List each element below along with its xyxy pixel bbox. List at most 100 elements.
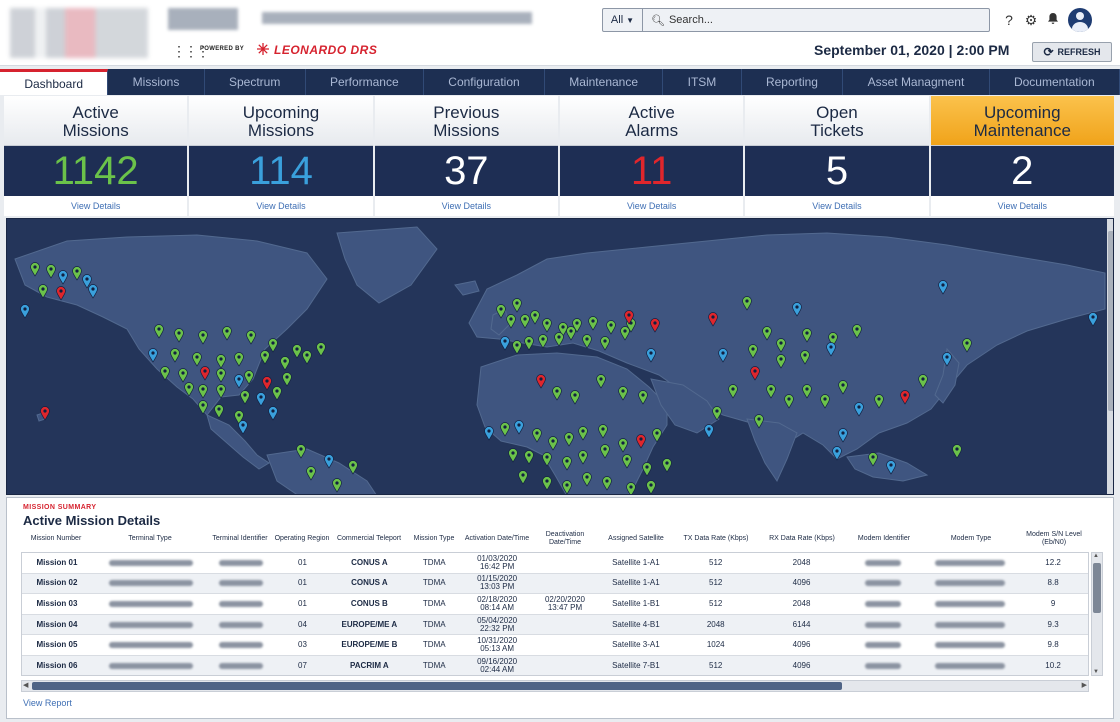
table-cell: CONUS A [351, 578, 388, 588]
active-mission-pin-icon[interactable] [240, 390, 250, 405]
alarm-pin-icon[interactable] [262, 376, 272, 391]
table-row[interactable]: Mission 04 04 EUROPE/ME A TDMA 05/04/2020 22… [22, 614, 1088, 636]
active-mission-pin-icon[interactable] [292, 344, 302, 359]
tab-performance[interactable]: Performance [306, 69, 424, 95]
column-header[interactable]: Deactivation Date/Time [531, 528, 599, 550]
table-cell [922, 594, 1018, 614]
table-cell [92, 656, 210, 675]
upcoming-mission-pin-icon[interactable] [268, 406, 278, 421]
gear-icon[interactable]: ⚙ [1024, 12, 1038, 29]
table-cell: Satellite 1-A1 [612, 578, 660, 588]
refresh-button[interactable]: ⟳ REFRESH [1032, 42, 1112, 62]
table-cell [210, 635, 272, 655]
table-row[interactable]: Mission 01 01 CONUS A TDMA 01/03/2020 16:42 … [22, 553, 1088, 574]
column-header[interactable]: Terminal Identifier [209, 528, 271, 550]
map-scrollbar-thumb[interactable] [1108, 231, 1113, 411]
table-row[interactable]: Mission 06 07 PACRIM A TDMA 09/16/2020 02:44… [22, 655, 1088, 675]
upcoming-mission-pin-icon[interactable] [484, 426, 494, 441]
table-horizontal-scrollbar-thumb[interactable] [32, 682, 842, 690]
table-row[interactable]: Mission 03 01 CONUS B TDMA 02/18/2020 08:14 … [22, 594, 1088, 615]
scroll-up-icon[interactable]: ▲ [1093, 553, 1099, 559]
active-alarms-count: 11 [559, 146, 744, 196]
scroll-left-icon[interactable]: ◀ [23, 681, 28, 689]
active-mission-pin-icon[interactable] [302, 350, 312, 365]
tab-dashboard[interactable]: Dashboard [0, 69, 109, 95]
table-vertical-scrollbar-thumb[interactable] [1093, 563, 1101, 613]
column-header[interactable]: Activation Date/Time [463, 528, 531, 550]
column-header[interactable]: Commercial Teleport [333, 528, 405, 550]
open-tickets-view-details-link[interactable]: View Details [745, 196, 929, 216]
redacted-value [218, 621, 263, 628]
active-mission-pin-icon[interactable] [316, 342, 326, 357]
upcoming-missions-view-details-link[interactable]: View Details [189, 196, 373, 216]
redacted-value [218, 642, 263, 649]
active-mission-pin-icon[interactable] [272, 386, 282, 401]
active-mission-pin-icon[interactable] [280, 356, 290, 371]
active-mission-pin-icon[interactable] [662, 458, 672, 473]
active-mission-pin-icon[interactable] [642, 462, 652, 477]
table-horizontal-scrollbar[interactable]: ◀ ▶ [21, 680, 1089, 692]
tab-asset-managment[interactable]: Asset Managment [843, 69, 990, 95]
upcoming-mission-pin-icon[interactable] [20, 304, 30, 319]
column-header[interactable]: TX Data Rate (Kbps) [673, 528, 759, 550]
table-row[interactable]: Mission 05 03 EUROPE/ME B TDMA 10/31/2020 05… [22, 635, 1088, 656]
tab-documentation[interactable]: Documentation [990, 69, 1120, 95]
active-mission-pin-icon[interactable] [524, 450, 534, 465]
redacted-value [218, 662, 263, 669]
world-map[interactable] [6, 218, 1114, 495]
column-header[interactable]: Modem S/N Level (Eb/N0) [1019, 528, 1089, 550]
scroll-right-icon[interactable]: ▶ [1082, 681, 1087, 689]
table-cell: 05/04/2020 22:32 PM [477, 615, 518, 633]
scroll-down-icon[interactable]: ▼ [1093, 669, 1099, 675]
active-mission-pin-icon[interactable] [518, 470, 528, 485]
active-mission-pin-icon[interactable] [260, 350, 270, 365]
previous-missions-view-details-link[interactable]: View Details [374, 196, 558, 216]
tab-configuration[interactable]: Configuration [424, 69, 545, 95]
active-mission-pin-icon[interactable] [214, 404, 224, 419]
active-missions-view-details-link[interactable]: View Details [4, 196, 188, 216]
table-cell: 01 [298, 598, 307, 608]
upcoming-mission-pin-icon[interactable] [1088, 312, 1098, 327]
table-cell: Satellite 1-B1 [612, 598, 660, 608]
active-mission-pin-icon[interactable] [952, 444, 962, 459]
bell-icon[interactable] [1046, 12, 1060, 28]
column-header[interactable]: Terminal Type [91, 528, 209, 550]
column-header[interactable]: Mission Number [21, 528, 91, 550]
tab-itsm[interactable]: ITSM [663, 69, 742, 95]
column-header[interactable]: Assigned Satellite [599, 528, 673, 550]
tab-spectrum[interactable]: Spectrum [205, 69, 306, 95]
table-cell: Satellite 3-A1 [612, 640, 660, 650]
active-alarms-title: Active Alarms [559, 96, 744, 146]
user-avatar-icon[interactable] [1068, 8, 1092, 32]
column-header[interactable]: Modem Type [923, 528, 1019, 550]
table-vertical-scrollbar[interactable]: ▲ ▼ [1091, 552, 1103, 676]
column-header[interactable]: Operating Region [271, 528, 333, 550]
map-scrollbar[interactable] [1107, 219, 1113, 494]
upcoming-mission-pin-icon[interactable] [704, 424, 714, 439]
table-cell [922, 656, 1018, 675]
active-mission-pin-icon[interactable] [646, 480, 656, 495]
active-mission-pin-icon[interactable] [508, 448, 518, 463]
upcoming-mission-pin-icon[interactable] [238, 420, 248, 435]
tab-maintenance[interactable]: Maintenance [545, 69, 664, 95]
view-report-link[interactable]: View Report [23, 698, 72, 708]
upcoming-mission-pin-icon[interactable] [500, 336, 510, 351]
table-cell: 03 [298, 640, 307, 650]
upcoming-mission-pin-icon[interactable] [256, 392, 266, 407]
upcoming-maintenance-view-details-link[interactable]: View Details [930, 196, 1114, 216]
active-mission-pin-icon[interactable] [268, 338, 278, 353]
column-header[interactable]: Modem Identifier [845, 528, 923, 550]
table-row[interactable]: Mission 02 01 CONUS A TDMA 01/15/2020 13:03 … [22, 573, 1088, 595]
tab-reporting[interactable]: Reporting [742, 69, 844, 95]
active-alarms-view-details-link[interactable]: View Details [559, 196, 744, 216]
active-mission-pin-icon[interactable] [512, 340, 522, 355]
search-input[interactable] [668, 14, 989, 26]
help-icon[interactable]: ? [1002, 12, 1016, 28]
tab-missions[interactable]: Missions [108, 69, 205, 95]
active-mission-pin-icon[interactable] [542, 476, 552, 491]
column-header[interactable]: RX Data Rate (Kbps) [759, 528, 845, 550]
active-mission-pin-icon[interactable] [524, 336, 534, 351]
column-header[interactable]: Mission Type [405, 528, 463, 550]
search-scope-dropdown[interactable]: All ▼ [603, 9, 643, 31]
active-mission-pin-icon[interactable] [282, 372, 292, 387]
